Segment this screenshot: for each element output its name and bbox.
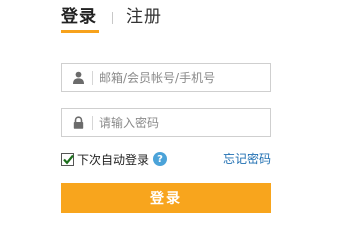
- username-input[interactable]: [99, 68, 264, 87]
- username-field[interactable]: [61, 63, 271, 92]
- active-tab-underline: [61, 30, 99, 33]
- tab-divider: [112, 12, 113, 24]
- password-field-divider: [92, 116, 93, 130]
- remember-label[interactable]: 下次自动登录: [77, 151, 149, 168]
- tab-register-label: 注册: [126, 7, 162, 27]
- username-field-divider: [92, 71, 93, 85]
- tab-login[interactable]: 登录: [61, 6, 99, 33]
- user-icon: [73, 71, 84, 84]
- remember-checkbox[interactable]: [61, 152, 74, 166]
- password-field[interactable]: [61, 108, 271, 137]
- lock-icon: [73, 116, 84, 129]
- login-button[interactable]: 登录: [61, 183, 271, 213]
- login-tabs: 登录 注册: [61, 6, 162, 33]
- password-input[interactable]: [99, 113, 264, 132]
- remember-me: 下次自动登录 ?: [61, 151, 168, 168]
- checkmark-icon: [63, 154, 74, 164]
- help-icon[interactable]: ?: [153, 152, 168, 166]
- tab-register[interactable]: 注册: [126, 6, 162, 28]
- forgot-password-link[interactable]: 忘记密码: [223, 151, 271, 167]
- tab-login-label: 登录: [61, 7, 97, 27]
